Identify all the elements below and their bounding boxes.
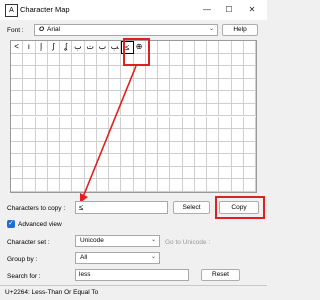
advanced-view-checkbox[interactable]: ✓ [7,220,15,228]
search-input[interactable]: less [75,269,189,281]
annotation-box-copy-button [215,196,265,219]
character-set-value: Unicode [80,237,104,244]
group-by-dropdown[interactable]: All ⌄ [75,252,160,264]
character-set-label: Character set : [7,239,50,246]
characters-to-copy-value: ≤ [79,203,84,212]
reset-button[interactable]: Reset [201,269,240,281]
search-for-label: Search for : [7,273,41,280]
characters-to-copy-label: Characters to copy : [7,205,66,212]
status-text: U+2264: Less-Than Or Equal To [5,289,99,296]
chevron-down-icon: ⌄ [150,254,156,260]
group-by-label: Group by : [7,256,38,263]
select-button[interactable]: Select [173,201,210,214]
advanced-view-label: Advanced view [18,221,62,228]
character-set-dropdown[interactable]: Unicode ⌄ [75,235,160,247]
search-value: less [79,271,91,278]
characters-to-copy-input[interactable]: ≤ [75,201,168,214]
go-to-unicode-label: Go to Unicode : [165,239,211,246]
status-divider [0,285,267,286]
chevron-down-icon: ⌄ [150,237,156,243]
group-by-value: All [80,254,88,261]
